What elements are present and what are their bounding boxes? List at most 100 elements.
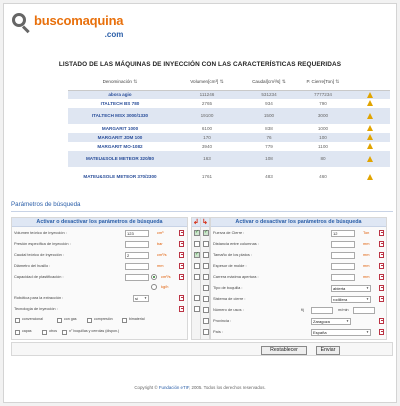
tech-checkbox[interactable] (42, 330, 47, 335)
footer-link[interactable]: Fundación eTIF (159, 385, 189, 390)
sort-icon[interactable]: ⇅ (220, 79, 224, 85)
col-header-name[interactable]: Denominación ⇅ (68, 75, 172, 91)
activate-platos-checkbox[interactable] (203, 252, 209, 258)
tech-checkbox[interactable] (122, 318, 127, 323)
col-header-caudal[interactable]: Caudal[cm³/s] ⇅ (242, 75, 296, 91)
unit-radio-cm3s[interactable] (151, 274, 157, 280)
warning-icon[interactable] (350, 151, 390, 167)
warning-icon[interactable] (350, 90, 390, 99)
plastificacion-input[interactable] (125, 274, 149, 281)
machine-name-link[interactable]: MATEU&SOLE METEOR 370/2300 (68, 167, 172, 187)
table-row[interactable]: MATEU&SOLE METEOR 320/80 163 108 80 (68, 151, 390, 167)
params-section-title: Parámetros de búsqueda (11, 201, 81, 208)
table-row[interactable]: MATEU&SOLE METEOR 370/2300 1761 483 460 (68, 167, 390, 187)
activate-cierre-checkbox[interactable] (203, 229, 209, 236)
info-icon[interactable] (379, 329, 384, 335)
sort-icon[interactable]: ⇅ (335, 79, 339, 85)
table-row[interactable]: ITALTECH MSX 3000/1330 19100 1500 3000 (68, 108, 390, 124)
info-icon[interactable] (379, 274, 384, 280)
info-icon[interactable] (379, 296, 384, 302)
cierre-cell: 460 (296, 167, 350, 187)
info-icon[interactable] (379, 252, 384, 258)
activate-columnas-checkbox[interactable] (203, 241, 209, 247)
col-header-cierre[interactable]: P. Cierre[Ton] ⇅ (296, 75, 350, 91)
info-icon[interactable] (179, 252, 184, 258)
machine-name-link[interactable]: MARGARIT 1000 (68, 124, 172, 133)
warning-icon[interactable] (350, 133, 390, 142)
info-icon[interactable] (179, 263, 184, 269)
info-icon[interactable] (379, 318, 384, 324)
activate-molde-checkbox[interactable] (203, 263, 209, 269)
machine-name-link[interactable]: MARGARIT MO-1082 (68, 142, 172, 151)
param-row-platos: Tamaño de los platos : mm (211, 250, 386, 260)
apertura-input[interactable] (331, 274, 355, 281)
reset-button[interactable]: Restablecer (261, 346, 307, 355)
activate-usos-checkbox[interactable] (203, 307, 209, 313)
tech-checkbox[interactable] (57, 318, 62, 323)
info-icon[interactable] (379, 285, 384, 291)
cierre-cell: 100 (296, 133, 350, 142)
columnas-input[interactable] (331, 241, 355, 248)
warning-icon[interactable] (350, 99, 390, 108)
pais-select[interactable]: España (311, 329, 371, 336)
right-params-panel: Activar o desactivar los parámetros de b… (210, 217, 387, 340)
left-panel-header: Activar o desactivar los parámetros de b… (12, 218, 187, 227)
table-row[interactable]: MARGARIT MO-1082 3940 779 1100 (68, 142, 390, 151)
caudal-cell: 1500 (242, 108, 296, 124)
machine-name-link[interactable]: MARGARIT JDM 100 (68, 133, 172, 142)
activate-provincia-checkbox[interactable] (203, 318, 209, 324)
machine-name-link[interactable]: ITALTECH BS 780 (68, 99, 172, 108)
info-icon[interactable] (179, 241, 184, 247)
table-row[interactable]: MARGARIT 1000 6100 838 1000 (68, 124, 390, 133)
activate-apertura-checkbox[interactable] (203, 274, 209, 280)
submit-button[interactable]: Enviar (316, 346, 340, 355)
usos-max-input[interactable] (353, 307, 375, 314)
info-icon[interactable] (379, 263, 384, 269)
warning-icon[interactable] (350, 142, 390, 151)
machine-name-link[interactable]: ITALTECH MSX 3000/1330 (68, 108, 172, 124)
machine-name-link[interactable]: MATEU&SOLE METEOR 320/80 (68, 151, 172, 167)
machine-name-link[interactable]: abora agio (68, 90, 172, 99)
sort-icon[interactable]: ⇅ (282, 79, 286, 85)
husillo-input[interactable] (125, 263, 149, 270)
volume-input[interactable]: 123 (125, 230, 149, 237)
info-icon[interactable] (179, 230, 184, 236)
sort-icon[interactable]: ⇅ (133, 79, 137, 85)
arrow-down-icon: ↳ (202, 219, 208, 226)
cierre-input[interactable]: 12 (331, 230, 355, 237)
usos-min-input[interactable] (311, 307, 333, 314)
warning-icon[interactable] (350, 167, 390, 187)
cierre-cell: 1100 (296, 142, 350, 151)
unit-radio-kgh[interactable] (151, 284, 157, 290)
sistema-select[interactable]: rodillera (331, 296, 371, 303)
table-row[interactable]: abora agio 111246 531234 7777234 (68, 90, 390, 99)
caudal-cell: 531234 (242, 90, 296, 99)
col-header-volume[interactable]: Volumen[cm³] ⇅ (172, 75, 242, 91)
tech-checkbox[interactable] (15, 318, 20, 323)
param-row-volume: Volumen teórico de inyección : 123 cm³ (12, 228, 187, 238)
info-icon[interactable] (379, 230, 384, 236)
warning-icon[interactable] (350, 108, 390, 124)
info-icon[interactable] (179, 295, 184, 301)
param-row-apertura: Carrera máxima apertura : mm (211, 272, 386, 282)
activate-pais-checkbox[interactable] (203, 329, 209, 335)
table-row[interactable]: MARGARIT JDM 100 170 76 100 (68, 133, 390, 142)
tech-checkbox[interactable] (62, 330, 67, 335)
tech-checkbox[interactable] (87, 318, 92, 323)
robotica-select[interactable]: sí (133, 295, 149, 302)
caudal-input[interactable]: 2 (125, 252, 149, 259)
table-row[interactable]: ITALTECH BS 780 2765 934 790 (68, 99, 390, 108)
info-icon[interactable] (179, 306, 184, 312)
presion-input[interactable] (125, 241, 149, 248)
warning-icon[interactable] (350, 124, 390, 133)
site-logo[interactable]: buscomaquina .com (10, 12, 124, 42)
info-icon[interactable] (179, 274, 184, 280)
tech-checkbox[interactable] (15, 330, 20, 335)
molde-input[interactable] (331, 263, 355, 270)
provincia-select[interactable]: Zaragoza (311, 318, 351, 325)
activate-sistema-checkbox[interactable] (203, 296, 209, 302)
platos-input[interactable] (331, 252, 355, 259)
activate-boquilla-checkbox[interactable] (203, 285, 209, 291)
info-icon[interactable] (379, 241, 384, 247)
boquilla-select[interactable]: abierta (331, 285, 371, 292)
